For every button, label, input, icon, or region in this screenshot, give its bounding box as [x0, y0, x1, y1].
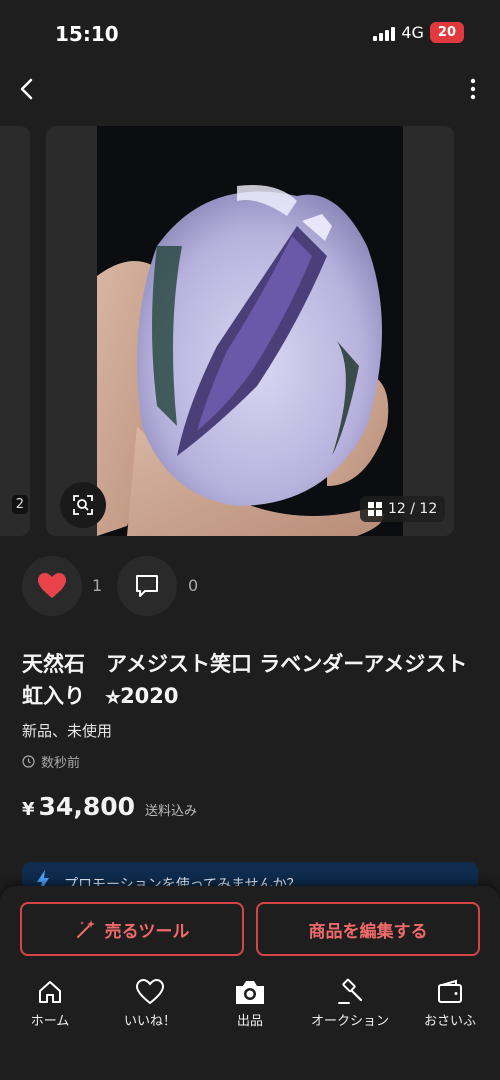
tab-likes[interactable]: いいね！ — [100, 978, 200, 1038]
item-condition: 新品、未使用 — [22, 722, 113, 740]
image-search-icon — [73, 495, 93, 515]
back-icon[interactable] — [12, 74, 42, 104]
magic-wand-icon — [76, 920, 95, 938]
like-button[interactable] — [22, 556, 82, 616]
previous-image-card[interactable]: 2 — [0, 126, 30, 536]
bottom-tab-bar: ホーム いいね！ 出品 オークション おさいふ — [0, 978, 500, 1038]
item-title: 天然石 アメジスト笑口 ラベンダーアメジスト 虹入り ⭐︎2020 — [22, 652, 489, 708]
comment-count: 0 — [188, 576, 199, 595]
sell-tool-label: 売るツール — [104, 921, 190, 942]
tab-label: ホーム — [30, 1014, 70, 1029]
edit-item-label: 商品を編集する — [308, 921, 428, 942]
network-type: 4G — [401, 23, 424, 42]
battery-icon: 20 — [429, 22, 464, 43]
image-search-button[interactable] — [60, 482, 106, 528]
tab-home[interactable]: ホーム — [0, 978, 100, 1038]
item-price: ¥ 34,800 送料込み — [22, 792, 197, 821]
like-count: 1 — [92, 576, 103, 595]
comment-button[interactable] — [117, 556, 177, 616]
status-time: 15:10 — [55, 22, 119, 46]
home-icon — [39, 981, 61, 1003]
sell-tool-button[interactable]: 売るツール — [20, 902, 244, 956]
tab-wallet[interactable]: おさいふ — [400, 978, 500, 1038]
currency-symbol: ¥ — [22, 799, 35, 820]
gavel-icon — [338, 978, 363, 1004]
image-counter-text: 12 / 12 — [388, 501, 438, 517]
tab-label: おさいふ — [423, 1014, 476, 1029]
current-image-card[interactable] — [46, 126, 454, 536]
heart-outline-icon — [135, 978, 165, 1005]
product-photo[interactable] — [97, 126, 403, 536]
more-options-icon[interactable] — [468, 76, 478, 102]
tab-label: 出品 — [236, 1014, 263, 1029]
comment-icon — [136, 575, 158, 597]
status-bar: 15:10 4G 20 — [0, 0, 500, 66]
image-gallery[interactable]: 2 12 / 12 — [0, 126, 500, 536]
clock-icon — [22, 755, 35, 768]
price-amount: 34,800 — [38, 792, 136, 821]
bottom-sheet: 売るツール 商品を編集する ホーム いいね！ 出品 オークション おさいふ — [0, 886, 500, 1080]
wallet-icon — [438, 979, 462, 1003]
tab-listing[interactable]: 出品 — [200, 978, 300, 1038]
tab-label: いいね！ — [123, 1014, 176, 1029]
signal-icon — [373, 25, 396, 41]
posted-time: 数秒前 — [22, 752, 80, 771]
edit-item-button[interactable]: 商品を編集する — [256, 902, 480, 956]
previous-image-number: 2 — [11, 495, 28, 514]
posted-time-text: 数秒前 — [41, 756, 81, 771]
status-indicators: 4G 20 — [373, 22, 464, 43]
shipping-note: 送料込み — [145, 804, 198, 819]
tab-label: オークション — [310, 1014, 389, 1029]
reaction-bar: 1 0 — [0, 556, 500, 618]
tab-auction[interactable]: オークション — [300, 978, 400, 1038]
grid-icon — [368, 502, 382, 516]
camera-icon — [236, 981, 264, 1004]
image-counter: 12 / 12 — [360, 496, 446, 522]
top-bar — [0, 66, 500, 112]
heart-icon — [38, 573, 66, 598]
